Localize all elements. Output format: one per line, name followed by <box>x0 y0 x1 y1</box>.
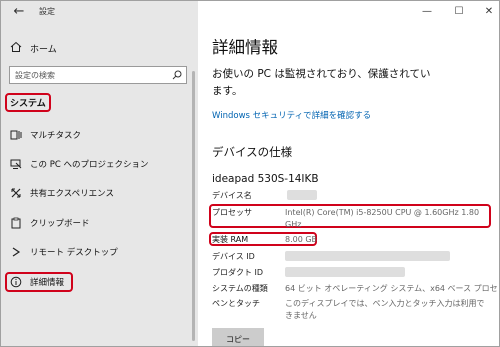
maximize-icon[interactable]: ☐ <box>451 4 467 20</box>
spec-label: デバイス名 <box>212 191 252 200</box>
sidebar-item-label: クリップボード <box>30 219 90 229</box>
spec-label: システムの種類 <box>212 284 268 293</box>
device-model: ideapad 530S-14IKB <box>212 173 319 185</box>
settings-window: ← 設定 ホーム システム マルチタスク <box>0 0 500 347</box>
search-icon[interactable] <box>172 70 182 80</box>
remote-desktop-icon <box>12 247 21 257</box>
sidebar-item-label: この PC へのプロジェクション <box>30 160 149 170</box>
security-link[interactable]: Windows セキュリティで詳細を確認する <box>212 109 371 121</box>
page-title: 詳細情報 <box>212 38 278 57</box>
spec-label: 実装 RAM <box>212 235 249 244</box>
copy-button[interactable]: コピー <box>212 328 264 346</box>
sidebar-item-clipboard[interactable]: クリップボード <box>1 213 198 233</box>
sidebar: ← 設定 ホーム システム マルチタスク <box>1 1 198 346</box>
sidebar-item-label: ホーム <box>30 45 57 55</box>
clipboard-icon <box>11 217 21 229</box>
sidebar-item-label: リモート デスクトップ <box>30 248 118 258</box>
title-bar: ← 設定 <box>1 1 198 23</box>
device-spec-heading: デバイスの仕様 <box>212 145 293 159</box>
spec-label: プロダクト ID <box>212 268 264 277</box>
window-controls: — ☐ ✕ <box>401 1 499 23</box>
sidebar-item-about[interactable]: 詳細情報 <box>1 272 198 292</box>
spec-value: 8.00 GB <box>285 235 318 244</box>
sidebar-item-label: 共有エクスペリエンス <box>30 189 114 199</box>
info-icon <box>10 276 22 288</box>
minimize-icon[interactable]: — <box>419 4 435 20</box>
sidebar-item-label: 詳細情報 <box>30 278 65 288</box>
section-heading-system: システム <box>5 93 51 112</box>
spec-value: Intel(R) Core(TM) i5-8250U CPU @ 1.60GHz… <box>285 208 480 229</box>
spec-label: ペンとタッチ <box>212 299 260 308</box>
sidebar-item-home[interactable]: ホーム <box>1 38 198 58</box>
close-icon[interactable]: ✕ <box>481 4 497 20</box>
home-icon <box>10 41 22 52</box>
sidebar-item-multitask[interactable]: マルチタスク <box>1 125 198 145</box>
multitask-icon <box>10 130 22 140</box>
sidebar-item-shared-experience[interactable]: 共有エクスペリエンス <box>1 183 198 203</box>
projection-icon <box>10 159 22 169</box>
sidebar-item-label: マルチタスク <box>30 131 82 141</box>
search-box[interactable] <box>9 66 187 84</box>
spec-value-redacted <box>285 251 450 265</box>
spec-label: プロセッサ <box>212 208 252 217</box>
spec-value-redacted <box>285 267 405 281</box>
sidebar-item-projection[interactable]: この PC へのプロジェクション <box>1 154 198 174</box>
back-arrow-icon[interactable]: ← <box>11 4 27 20</box>
search-input[interactable] <box>10 67 168 83</box>
shared-experience-icon <box>11 188 21 198</box>
app-title: 設定 <box>39 7 55 16</box>
sidebar-scrollbar[interactable] <box>192 71 195 341</box>
main-content: — ☐ ✕ 詳細情報 お使いの PC は監視されており、保護されています。 Wi… <box>198 1 500 346</box>
spec-label: デバイス ID <box>212 252 255 261</box>
protection-notice: お使いの PC は監視されており、保護されています。 <box>212 68 431 97</box>
spec-value: 64 ビット オペレーティング システム、x64 ベース プロセッサ <box>285 284 500 293</box>
sidebar-item-remote-desktop[interactable]: リモート デスクトップ <box>1 242 198 262</box>
spec-value: このディスプレイでは、ペン入力とタッチ入力は利用できません <box>285 299 485 320</box>
spec-value-redacted <box>285 190 317 204</box>
